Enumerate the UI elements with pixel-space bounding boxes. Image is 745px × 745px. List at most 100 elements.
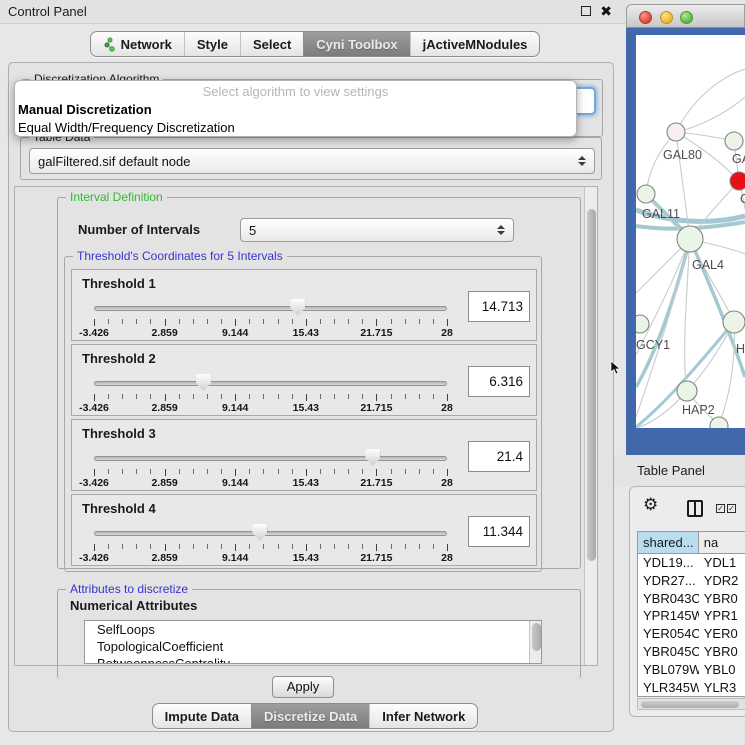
table-horizontal-scrollbar[interactable] xyxy=(637,698,745,710)
tab-network[interactable]: Network xyxy=(91,32,184,56)
zoom-traffic-light[interactable] xyxy=(680,11,693,24)
slider-tick-label: 9.144 xyxy=(222,327,248,339)
tick-mark xyxy=(433,394,434,399)
tab-discretize-data[interactable]: Discretize Data xyxy=(251,704,369,728)
tick-mark xyxy=(136,394,137,399)
tab-label: Network xyxy=(121,37,172,52)
table-data-combobox[interactable]: galFiltered.sif default node xyxy=(29,148,595,174)
threshold-slider[interactable]: -3.4262.8599.14415.4321.71528 xyxy=(94,523,447,565)
group-title: Attributes to discretize xyxy=(66,582,192,596)
table-row[interactable]: YBR043CYBR0 xyxy=(638,590,745,608)
threshold-value-field[interactable]: 14.713 xyxy=(468,291,530,322)
node-gcy1[interactable] xyxy=(636,315,649,333)
checkbox-icon[interactable]: ✓ xyxy=(716,504,725,513)
tick-mark xyxy=(362,394,363,399)
tick-mark xyxy=(249,319,250,324)
tab-jactivemnodules[interactable]: jActiveMNodules xyxy=(410,32,540,56)
node-red[interactable] xyxy=(730,172,745,190)
tick-mark xyxy=(263,469,264,474)
table-cell: YLR345W xyxy=(638,679,699,697)
table-row[interactable]: YDR27...YDR2 xyxy=(638,572,745,590)
algorithm-option[interactable]: Manual Discretization xyxy=(15,101,576,119)
close-icon[interactable]: ✖ xyxy=(600,5,612,17)
tab-style[interactable]: Style xyxy=(184,32,240,56)
threshold-value-field[interactable]: 21.4 xyxy=(468,441,530,472)
settings-scrollbar[interactable] xyxy=(584,187,597,665)
node-label: GCY1 xyxy=(636,338,670,352)
table-row[interactable]: YIL052CYIL0 xyxy=(638,696,745,697)
table-row[interactable]: YDL19...YDL1 xyxy=(638,554,745,572)
attribute-item[interactable]: BetweennessCentrality xyxy=(85,655,541,664)
columns-icon[interactable] xyxy=(687,500,703,517)
network-canvas[interactable]: GAL80 GA C GAL11 GAL4 GCY1 H HAP2 xyxy=(636,35,745,428)
tick-mark xyxy=(122,394,123,399)
tick-mark xyxy=(376,544,377,551)
table-header-row: shared...na xyxy=(638,532,745,554)
table-cell: YDL19... xyxy=(638,554,699,572)
table-row[interactable]: YER054CYER0 xyxy=(638,625,745,643)
slider-thumb[interactable] xyxy=(290,299,305,316)
node-label: GAL11 xyxy=(642,207,680,221)
node-gal11[interactable] xyxy=(637,185,655,203)
screen: Control Panel ✖ NetworkStyleSelectCyni T… xyxy=(0,0,745,745)
table-data-value: galFiltered.sif default node xyxy=(38,154,190,169)
table-row[interactable]: YBR045CYBR0 xyxy=(638,643,745,661)
node-h[interactable] xyxy=(723,311,745,333)
slider-thumb[interactable] xyxy=(196,374,211,391)
node-hap2[interactable] xyxy=(677,381,697,401)
attributes-scrollbar[interactable] xyxy=(529,621,541,663)
tick-mark xyxy=(108,544,109,549)
attribute-item[interactable]: TopologicalCoefficient xyxy=(85,638,541,655)
threshold-value-field[interactable]: 11.344 xyxy=(468,516,530,547)
tick-mark xyxy=(419,319,420,324)
node-gal4[interactable] xyxy=(677,226,703,252)
tick-mark xyxy=(278,394,279,399)
column-header[interactable]: shared... xyxy=(638,532,699,553)
scrollbar-thumb[interactable] xyxy=(641,701,739,708)
close-traffic-light[interactable] xyxy=(639,11,652,24)
tick-mark xyxy=(278,544,279,549)
minimize-traffic-light[interactable] xyxy=(660,11,673,24)
checkbox-icon[interactable]: ✓ xyxy=(727,504,736,513)
algorithm-option[interactable]: Equal Width/Frequency Discretization xyxy=(15,119,576,137)
network-window-titlebar[interactable] xyxy=(626,4,745,28)
threshold-label: Threshold 2 xyxy=(82,351,156,366)
gear-icon[interactable]: ⚙ xyxy=(643,495,658,515)
tick-mark xyxy=(235,469,236,476)
scrollbar-thumb[interactable] xyxy=(587,209,596,561)
tick-mark xyxy=(221,319,222,324)
numerical-attributes-list[interactable]: SelfLoopsTopologicalCoefficientBetweenne… xyxy=(84,620,542,664)
table-row[interactable]: YPR145WYPR1 xyxy=(638,607,745,625)
threshold-slider[interactable]: -3.4262.8599.14415.4321.71528 xyxy=(94,448,447,490)
tab-cyni-toolbox[interactable]: Cyni Toolbox xyxy=(303,32,409,56)
threshold-slider[interactable]: -3.4262.8599.14415.4321.71528 xyxy=(94,298,447,340)
threshold-value-field[interactable]: 6.316 xyxy=(468,366,530,397)
network-window-frame: GAL80 GA C GAL11 GAL4 GCY1 H HAP2 xyxy=(626,28,745,455)
threshold-label: Threshold 1 xyxy=(82,276,156,291)
node-gal80[interactable] xyxy=(667,123,685,141)
tick-mark xyxy=(136,544,137,549)
float-window-icon[interactable] xyxy=(581,6,591,16)
tab-select[interactable]: Select xyxy=(240,32,303,56)
tab-label: Infer Network xyxy=(382,709,465,724)
tick-mark xyxy=(292,544,293,549)
attribute-item[interactable]: SelfLoops xyxy=(85,621,541,638)
table-cell: YER0 xyxy=(699,625,745,643)
table-cell: YDR2 xyxy=(699,572,745,590)
tick-mark xyxy=(221,469,222,474)
table-row[interactable]: YLR345WYLR3 xyxy=(638,679,745,697)
node-partial-top-right[interactable] xyxy=(725,132,743,150)
table-row[interactable]: YBL079WYBL0 xyxy=(638,661,745,679)
slider-thumb[interactable] xyxy=(365,449,380,466)
number-of-intervals-combobox[interactable]: 5 xyxy=(240,218,514,242)
apply-button[interactable]: Apply xyxy=(272,676,334,698)
slider-thumb[interactable] xyxy=(252,524,267,541)
tab-infer-network[interactable]: Infer Network xyxy=(369,704,477,728)
tab-impute-data[interactable]: Impute Data xyxy=(153,704,251,728)
tick-mark xyxy=(348,469,349,474)
threshold-slider[interactable]: -3.4262.8599.14415.4321.71528 xyxy=(94,373,447,415)
table-cell: YIL052C xyxy=(638,696,699,697)
column-header[interactable]: na xyxy=(699,532,745,553)
scrollbar-thumb[interactable] xyxy=(532,623,541,651)
table-data-group: Table Data galFiltered.sif default node xyxy=(20,137,602,180)
